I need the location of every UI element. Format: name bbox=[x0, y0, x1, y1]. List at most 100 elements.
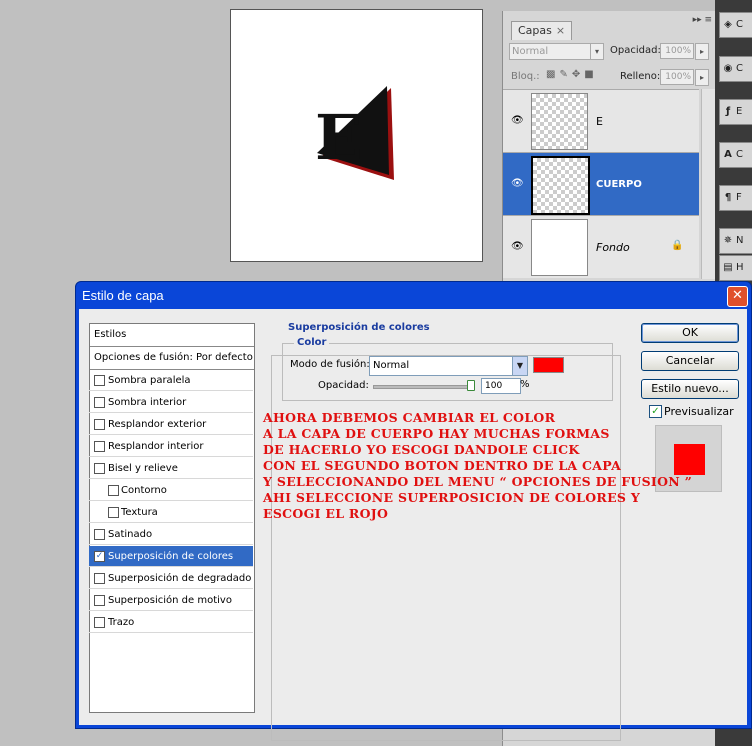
dock-button[interactable]: ¶ F bbox=[719, 185, 752, 211]
eye-icon[interactable]: 👁 bbox=[511, 241, 525, 253]
style-checkbox[interactable] bbox=[94, 375, 105, 386]
style-item-label: Sombra interior bbox=[108, 397, 187, 408]
style-item-label: Bisel y relieve bbox=[108, 463, 178, 474]
dock-button[interactable]: ƒE bbox=[719, 99, 752, 125]
style-item[interactable]: Contorno bbox=[89, 480, 253, 501]
style-checkbox[interactable] bbox=[94, 573, 105, 584]
style-item-label: Superposición de degradado bbox=[108, 573, 252, 584]
close-icon[interactable]: ✕ bbox=[727, 286, 748, 307]
style-item[interactable]: Resplandor interior bbox=[89, 436, 253, 457]
dock-button[interactable]: ▤ H bbox=[719, 255, 752, 281]
style-checkbox[interactable] bbox=[108, 485, 119, 496]
layer-row-fondo[interactable]: 👁 Fondo 🔒 bbox=[503, 215, 699, 278]
layers-icon: ◈ bbox=[724, 19, 732, 30]
opacity-input[interactable]: 100 bbox=[481, 378, 521, 394]
percent-unit: % bbox=[520, 379, 530, 390]
blend-mode-label: Modo de fusión: bbox=[290, 359, 370, 370]
layer-thumbnail bbox=[531, 156, 590, 215]
style-item[interactable]: Superposición de motivo bbox=[89, 590, 253, 611]
style-checkbox[interactable] bbox=[94, 529, 105, 540]
style-checkbox[interactable]: ✓ bbox=[94, 551, 105, 562]
style-item-label: Superposición de colores bbox=[108, 551, 234, 562]
style-item[interactable]: Resplandor exterior bbox=[89, 414, 253, 435]
dock-label: C bbox=[736, 149, 743, 160]
cancel-button[interactable]: Cancelar bbox=[641, 351, 739, 371]
chevron-right-icon[interactable]: ▸ bbox=[695, 69, 709, 86]
style-item[interactable]: Sombra interior bbox=[89, 392, 253, 413]
style-item[interactable]: Satinado bbox=[89, 524, 253, 545]
chevron-right-icon[interactable]: ▸ bbox=[695, 43, 709, 60]
color-swatch[interactable] bbox=[533, 357, 564, 373]
dock-label: C bbox=[736, 19, 743, 30]
canvas-document[interactable]: E bbox=[230, 9, 483, 262]
style-checkbox[interactable] bbox=[94, 419, 105, 430]
style-item-label: Textura bbox=[121, 507, 158, 518]
fill-field[interactable]: 100% bbox=[660, 69, 694, 85]
layer-name: E bbox=[596, 115, 603, 128]
dock-label: E bbox=[736, 106, 743, 117]
annotation-line: CON EL SEGUNDO BOTON DENTRO DE LA CAPA bbox=[263, 458, 622, 473]
new-style-button[interactable]: Estilo nuevo... bbox=[641, 379, 739, 399]
dock-button[interactable]: ◈ C bbox=[719, 12, 752, 38]
annotation-line: A LA CAPA DE CUERPO HAY MUCHAS FORMAS bbox=[263, 426, 610, 441]
style-item[interactable]: Superposición de degradado bbox=[89, 568, 253, 589]
tab-label: Capas bbox=[518, 24, 552, 37]
style-item[interactable]: ✓ Superposición de colores bbox=[89, 546, 253, 567]
lock-all-icon[interactable]: ■ bbox=[584, 69, 597, 80]
dock-label: C bbox=[736, 63, 743, 74]
chevron-down-icon[interactable]: ▾ bbox=[590, 43, 604, 60]
style-item-label: Resplandor exterior bbox=[108, 419, 207, 430]
style-checkbox[interactable] bbox=[94, 595, 105, 606]
style-checkbox[interactable] bbox=[108, 507, 119, 518]
color-group-title: Color bbox=[294, 337, 330, 348]
layer-name: CUERPO bbox=[596, 179, 642, 190]
style-item-label: Satinado bbox=[108, 529, 153, 540]
eye-icon[interactable]: 👁 bbox=[511, 178, 525, 190]
paragraph-icon: ¶ bbox=[724, 192, 732, 203]
dock-button[interactable]: ◉ C bbox=[719, 56, 752, 82]
layers-scrollbar[interactable] bbox=[701, 89, 715, 279]
layer-row-cuerpo[interactable]: 👁 CUERPO bbox=[503, 152, 699, 215]
tab-close-icon[interactable]: × bbox=[556, 24, 565, 37]
style-item-label: Resplandor interior bbox=[108, 441, 204, 452]
opacity-slider-track[interactable] bbox=[373, 385, 475, 389]
style-checkbox[interactable] bbox=[94, 617, 105, 628]
layer-row-e[interactable]: 👁 E bbox=[503, 89, 699, 152]
panel-menu-icon[interactable]: ▸▸ ≡ bbox=[693, 15, 712, 25]
blend-options-item[interactable]: Opciones de fusión: Por defecto bbox=[90, 347, 254, 370]
fill-label: Relleno: bbox=[620, 71, 661, 82]
style-checkbox[interactable] bbox=[94, 463, 105, 474]
navigator-icon: ✵ bbox=[723, 235, 733, 246]
lock-brush-icon[interactable]: ✎ bbox=[559, 69, 571, 80]
style-checkbox[interactable] bbox=[94, 397, 105, 408]
dock-button[interactable]: ✵ N bbox=[719, 228, 752, 254]
styles-header[interactable]: Estilos bbox=[90, 324, 254, 347]
lock-label: Bloq.: bbox=[511, 71, 540, 82]
dock-label: N bbox=[736, 235, 744, 246]
dock-button[interactable]: AC bbox=[719, 142, 752, 168]
opacity-label: Opacidad: bbox=[610, 45, 661, 56]
blend-mode-dropdown[interactable]: Normal ▼ bbox=[369, 356, 528, 376]
opacity-field[interactable]: 100% bbox=[660, 43, 694, 59]
lock-icon: 🔒 bbox=[671, 240, 684, 251]
glyph-e: E bbox=[315, 101, 362, 174]
style-item[interactable]: Textura bbox=[89, 502, 253, 523]
annotation-text: AHORA DEBEMOS CAMBIAR EL COLOR A LA CAPA … bbox=[263, 410, 752, 522]
style-item-label: Contorno bbox=[121, 485, 167, 496]
blend-mode-value: Normal bbox=[373, 360, 410, 371]
opacity-slider-handle[interactable] bbox=[467, 380, 475, 391]
section-title: Superposición de colores bbox=[285, 322, 433, 333]
dock-label: F bbox=[736, 192, 742, 203]
eye-icon[interactable]: 👁 bbox=[511, 115, 525, 127]
lock-move-icon[interactable]: ✥ bbox=[572, 69, 584, 80]
lock-transparent-icon[interactable]: ▩ bbox=[546, 69, 559, 80]
style-item[interactable]: Trazo bbox=[89, 612, 253, 633]
opacity-label: Opacidad: bbox=[318, 380, 369, 391]
style-item[interactable]: Sombra paralela bbox=[89, 370, 253, 391]
blend-mode-select[interactable]: Normal bbox=[509, 43, 603, 60]
ok-button[interactable]: OK bbox=[641, 323, 739, 343]
style-checkbox[interactable] bbox=[94, 441, 105, 452]
tab-layers[interactable]: Capas × bbox=[511, 21, 573, 40]
layer-thumbnail bbox=[531, 219, 588, 276]
style-item[interactable]: Bisel y relieve bbox=[89, 458, 253, 479]
